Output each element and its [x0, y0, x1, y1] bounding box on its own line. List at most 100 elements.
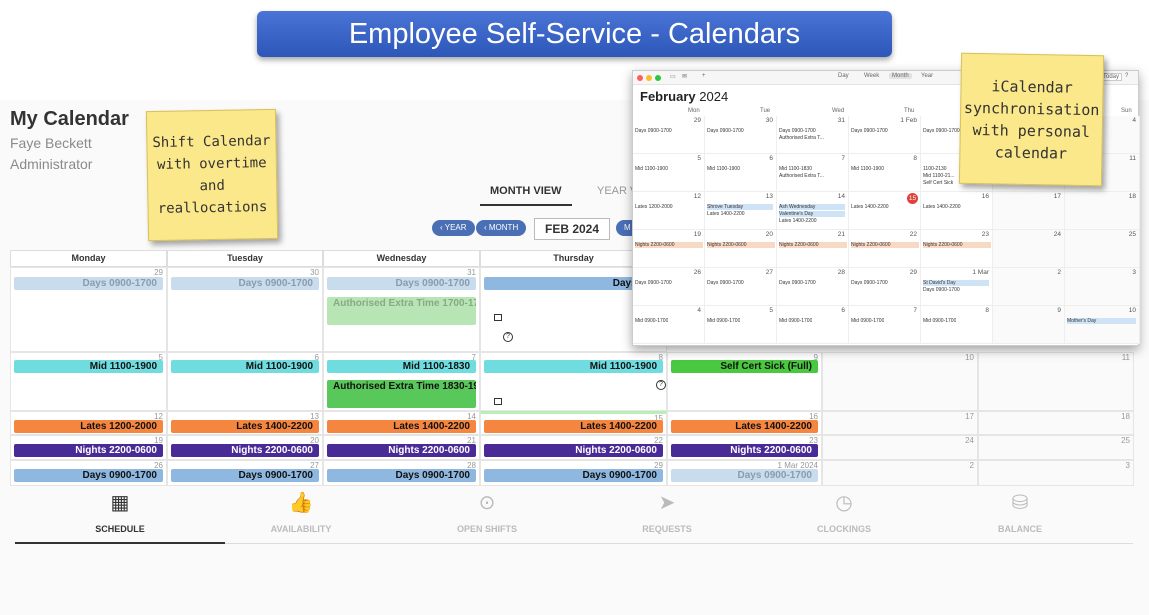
ical-day-cell[interactable]: 14 Ash Wednesday Valentine's Day Lates 1400… — [777, 192, 849, 230]
ical-event[interactable]: Days 0900-1700 — [923, 287, 960, 293]
ical-day-cell[interactable]: 24 — [993, 230, 1065, 268]
tab-month-view[interactable]: MONTH VIEW — [490, 185, 562, 197]
question-icon[interactable]: ? — [656, 380, 666, 390]
ical-event[interactable]: 1100-2130 — [923, 166, 947, 172]
ical-day-cell[interactable]: 23 Nights 2200-0600 — [921, 230, 993, 268]
minimize-window-icon[interactable] — [646, 75, 652, 81]
ical-day-cell[interactable]: 17 — [993, 192, 1065, 230]
shift-event[interactable]: Mid 1100-1830 — [327, 360, 476, 373]
ical-day-cell[interactable]: 26 Days 0900-1700 — [633, 268, 705, 306]
ical-event[interactable]: Days 0900-1700 — [635, 280, 672, 286]
day-cell[interactable]: 24 — [822, 435, 978, 460]
ical-event[interactable]: Nights 2200-0600 — [851, 242, 919, 248]
ical-event[interactable]: St David's Day — [923, 280, 989, 286]
shift-event[interactable]: Nights 2200-0600 — [327, 444, 476, 457]
note-icon[interactable] — [494, 314, 502, 321]
ical-day-cell[interactable]: 8 Mid 0900-1700 — [921, 306, 993, 344]
nav-balance[interactable]: ⛁ BALANCE — [945, 490, 1095, 534]
shift-event[interactable]: Days 0900-1700 — [671, 469, 818, 482]
day-cell[interactable]: 3 — [978, 460, 1134, 486]
nav-requests[interactable]: ➤ REQUESTS — [592, 490, 742, 534]
ical-event[interactable]: Nights 2200-0600 — [707, 242, 775, 248]
nav-clockings[interactable]: ◷ CLOCKINGS — [769, 490, 919, 534]
ical-day-cell[interactable]: 5 Mid 1100-1900 — [633, 154, 705, 192]
ical-day-cell[interactable]: 1 Feb Days 0900-1700 — [849, 116, 921, 154]
day-cell[interactable]: 10 — [822, 352, 978, 411]
add-event-icon[interactable]: + — [702, 73, 706, 79]
ical-event[interactable]: Mid 0900-1700 — [707, 318, 740, 324]
ical-day-cell[interactable]: 13 Shrove Tuesday Lates 1400-2200 — [705, 192, 777, 230]
ical-day-cell[interactable]: 8 Mid 1100-1900 — [849, 154, 921, 192]
ical-event[interactable]: Mid 1100-21... — [923, 173, 955, 179]
ical-event[interactable]: Lates 1400-2200 — [707, 211, 745, 217]
ical-event[interactable]: Days 0900-1700 — [923, 128, 960, 134]
close-window-icon[interactable] — [637, 75, 643, 81]
shift-event[interactable]: Days 0900-1700 — [14, 277, 163, 290]
ical-day-cell[interactable]: 12 Lates 1200-2000 — [633, 192, 705, 230]
note-icon[interactable] — [494, 398, 502, 405]
ical-day-cell[interactable]: 29 Days 0900-1700 — [633, 116, 705, 154]
help-icon[interactable]: ? — [1125, 73, 1128, 79]
shift-event[interactable]: Nights 2200-0600 — [14, 444, 163, 457]
nav-open-shifts[interactable]: ⊙ OPEN SHIFTS — [412, 490, 562, 534]
ical-event[interactable]: Days 0900-1700 — [635, 128, 672, 134]
ical-event[interactable]: Authorised Extra T... — [779, 135, 824, 141]
ical-day-cell[interactable]: 20 Nights 2200-0600 — [705, 230, 777, 268]
shift-event[interactable]: Lates 1400-2200 — [671, 420, 818, 433]
ical-tab-month[interactable]: Month — [889, 73, 912, 79]
ical-event[interactable]: Nights 2200-0600 — [923, 242, 991, 248]
shift-event[interactable]: Lates 1400-2200 — [327, 420, 476, 433]
shift-event[interactable]: Days 0900-1700 — [327, 277, 476, 290]
nav-availability[interactable]: 👍 AVAILABILITY — [226, 490, 376, 534]
ical-day-cell[interactable]: 6 Mid 0900-1700 — [777, 306, 849, 344]
ical-event[interactable]: Valentine's Day — [779, 211, 845, 217]
ical-tab-day[interactable]: Day — [838, 73, 849, 79]
ical-event[interactable]: Days 0900-1700 — [707, 128, 744, 134]
ical-event[interactable]: Days 0900-1700 — [707, 280, 744, 286]
shift-event[interactable]: Nights 2200-0600 — [484, 444, 663, 457]
ical-day-cell[interactable]: 7 Mid 1100-1830 Authorised Extra T... — [777, 154, 849, 192]
prev-month-button[interactable]: ‹ MONTH — [476, 220, 527, 236]
ical-event[interactable]: Lates 1200-2000 — [635, 204, 673, 210]
ical-day-cell[interactable]: 15 Lates 1400-2200 — [849, 192, 921, 230]
ical-event[interactable]: Mid 1100-1900 — [851, 166, 884, 172]
inbox-icon[interactable]: ✉ — [682, 73, 687, 80]
ical-event[interactable]: Shrove Tuesday — [707, 204, 773, 210]
ical-day-cell[interactable]: 10 Mother's Day — [1065, 306, 1140, 344]
ical-event[interactable]: Days 0900-1700 — [779, 128, 816, 134]
ical-event[interactable]: Mid 1100-1900 — [635, 166, 668, 172]
ical-day-cell[interactable]: 1 Mar St David's Day Days 0900-1700 — [921, 268, 993, 306]
nav-schedule[interactable]: ▦ SCHEDULE — [45, 490, 195, 534]
shift-event[interactable]: Days 0900-1700 — [327, 469, 476, 482]
ical-day-cell[interactable]: 2 — [993, 268, 1065, 306]
day-cell[interactable]: 2 — [822, 460, 978, 486]
ical-day-cell[interactable]: 30 Days 0900-1700 — [705, 116, 777, 154]
ical-event[interactable]: Mid 0900-1700 — [923, 318, 956, 324]
ical-event[interactable]: Authorised Extra T... — [779, 173, 824, 179]
prev-year-button[interactable]: ‹ YEAR — [432, 220, 475, 236]
shift-event[interactable]: Lates 1400-2200 — [171, 420, 319, 433]
ical-tab-week[interactable]: Week — [864, 73, 879, 79]
ical-tab-year[interactable]: Year — [921, 73, 933, 79]
ical-day-cell[interactable]: 28 Days 0900-1700 — [777, 268, 849, 306]
day-cell[interactable]: 25 — [978, 435, 1134, 460]
calendar-list-icon[interactable]: ▭ — [670, 73, 676, 80]
current-month-display[interactable]: FEB 2024 — [534, 218, 610, 240]
shift-event[interactable]: Nights 2200-0600 — [671, 444, 818, 457]
ical-day-cell[interactable]: 9 — [993, 306, 1065, 344]
ical-event[interactable]: Nights 2200-0600 — [779, 242, 847, 248]
ical-event[interactable]: Mid 0900-1700 — [635, 318, 668, 324]
shift-event[interactable]: Mid 1100-1900 — [171, 360, 319, 373]
day-cell[interactable]: 17 — [822, 411, 978, 435]
ical-day-cell[interactable]: 31 Days 0900-1700 Authorised Extra T... — [777, 116, 849, 154]
shift-event[interactable]: Days 0900-1700 — [14, 469, 163, 482]
shift-event[interactable]: Authorised Extra Time 1700-1730 — [327, 297, 476, 325]
question-icon[interactable]: ? — [503, 332, 513, 342]
ical-event[interactable]: Lates 1400-2200 — [851, 204, 889, 210]
ical-day-cell[interactable]: 5 Mid 0900-1700 — [705, 306, 777, 344]
ical-day-cell[interactable]: 25 — [1065, 230, 1140, 268]
ical-event[interactable]: Mid 0900-1700 — [851, 318, 884, 324]
ical-day-cell[interactable]: 22 Nights 2200-0600 — [849, 230, 921, 268]
ical-event[interactable]: Days 0900-1700 — [851, 280, 888, 286]
ical-day-cell[interactable]: 3 — [1065, 268, 1140, 306]
